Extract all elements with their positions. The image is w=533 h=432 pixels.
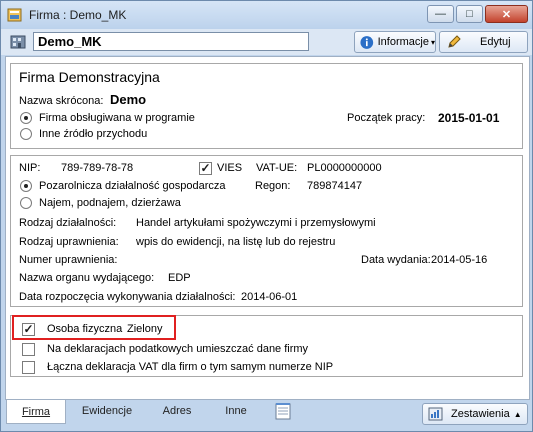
close-button[interactable]: ✕: [485, 5, 528, 23]
radio-other-label: Inne źródło przychodu: [39, 128, 148, 140]
license-value: wpis do ewidencji, na listę lub do rejes…: [136, 236, 336, 248]
vies-checkbox[interactable]: ✓: [199, 162, 212, 175]
company-window: Firma : Demo_MK — □ ✕ Demo_MK Informacje…: [0, 0, 533, 432]
vatue-value: PL0000000000: [307, 162, 382, 174]
company-full-name: Firma Demonstracyjna: [19, 69, 160, 85]
issue-date-label: Data wydania:: [361, 254, 431, 266]
radio-business-label: Pozarolnicza działalność gospodarcza: [39, 180, 226, 192]
short-name-label: Nazwa skrócona:: [19, 95, 104, 107]
activity-start-label: Data rozpoczęcia wykonywania działalnośc…: [19, 291, 236, 303]
info-button[interactable]: Informacje ▾: [354, 31, 436, 53]
issue-date-value: 2014-05-16: [431, 254, 488, 266]
nip-value: 789-789-78-78: [61, 162, 134, 174]
zestawienia-button[interactable]: Zestawienia ▲: [422, 403, 528, 425]
window-title: Firma : Demo_MK: [29, 8, 127, 22]
close-icon: ✕: [501, 8, 512, 21]
tab-ewidencje[interactable]: Ewidencje: [72, 400, 142, 422]
tab-inne[interactable]: Inne: [211, 400, 261, 422]
report-icon: [428, 407, 443, 421]
radio-rental-label: Najem, podnajem, dzierżawa: [39, 197, 181, 209]
short-name-value: Demo: [110, 92, 147, 107]
activity-start-value: 2014-06-01: [241, 291, 298, 303]
firma-panel: Firma Demonstracyjna Nazwa skrócona: Dem…: [5, 56, 530, 400]
tab-bar: Firma Ewidencje Adres Inne Zestawienia ▲: [1, 400, 532, 431]
tab-ewidencje-label: Ewidencje: [81, 405, 133, 417]
radio-program[interactable]: [20, 112, 32, 124]
authority-label: Nazwa organu wydającego:: [19, 272, 155, 284]
info-label: Informacje: [377, 36, 429, 48]
zestawienia-label: Zestawienia: [451, 408, 510, 420]
activity-label: Rodzaj działalności:: [19, 217, 117, 229]
tab-adres-label: Adres: [162, 405, 192, 417]
license-number-label: Numer uprawnienia:: [19, 254, 118, 266]
tab-inne-label: Inne: [225, 405, 247, 417]
vies-label: VIES: [217, 162, 243, 174]
tab-adres[interactable]: Adres: [147, 400, 207, 422]
minimize-icon: —: [435, 8, 446, 20]
maximize-icon: □: [466, 8, 473, 20]
radio-other-income[interactable]: [20, 128, 32, 140]
tab-notes[interactable]: [269, 400, 297, 422]
maximize-button[interactable]: □: [456, 5, 483, 23]
start-date-label: Początek pracy:: [347, 112, 426, 124]
app-icon: [7, 8, 22, 22]
start-date-value: 2015-01-01: [438, 111, 500, 125]
minimize-button[interactable]: —: [427, 5, 454, 23]
company-group: Firma Demonstracyjna Nazwa skrócona: Dem…: [10, 63, 523, 149]
edit-button[interactable]: Edytuj: [439, 31, 528, 53]
building-icon: [10, 35, 26, 49]
declarations-label: Na deklaracjach podatkowych umieszczać d…: [47, 343, 309, 355]
radio-rental[interactable]: [20, 197, 32, 209]
edit-label: Edytuj: [480, 36, 511, 48]
tab-firma[interactable]: Firma: [6, 400, 66, 424]
tax-group: NIP: 789-789-78-78 ✓ VIES VAT-UE: PL0000…: [10, 155, 523, 307]
activity-value: Handel artykułami spożywczymi i przemysł…: [136, 217, 376, 229]
company-code-input[interactable]: Demo_MK: [33, 32, 309, 51]
authority-value: EDP: [168, 272, 191, 284]
dropdown-arrow-icon: ▾: [430, 37, 435, 47]
radio-business[interactable]: [20, 180, 32, 192]
nip-label: NIP:: [19, 162, 41, 174]
regon-label: Regon:: [255, 180, 291, 192]
info-icon: [360, 35, 374, 49]
tab-firma-label: Firma: [21, 405, 51, 418]
regon-value: 789874147: [307, 180, 363, 192]
joint-vat-checkbox[interactable]: [22, 361, 35, 374]
title-bar: Firma : Demo_MK — □ ✕: [1, 1, 532, 29]
highlight-frame: [12, 315, 176, 340]
declarations-checkbox[interactable]: [22, 343, 35, 356]
license-label: Rodzaj uprawnienia:: [19, 236, 119, 248]
pencil-icon: [448, 35, 461, 48]
chevron-up-icon: ▲: [513, 409, 522, 419]
vatue-label: VAT-UE:: [256, 162, 298, 174]
toolbar: Demo_MK Informacje ▾ Edytuj: [1, 29, 532, 55]
notepad-icon: [275, 403, 291, 420]
radio-program-label: Firma obsługiwana w programie: [39, 112, 195, 124]
joint-vat-label: Łączna deklaracja VAT dla firm o tym sam…: [47, 361, 334, 373]
